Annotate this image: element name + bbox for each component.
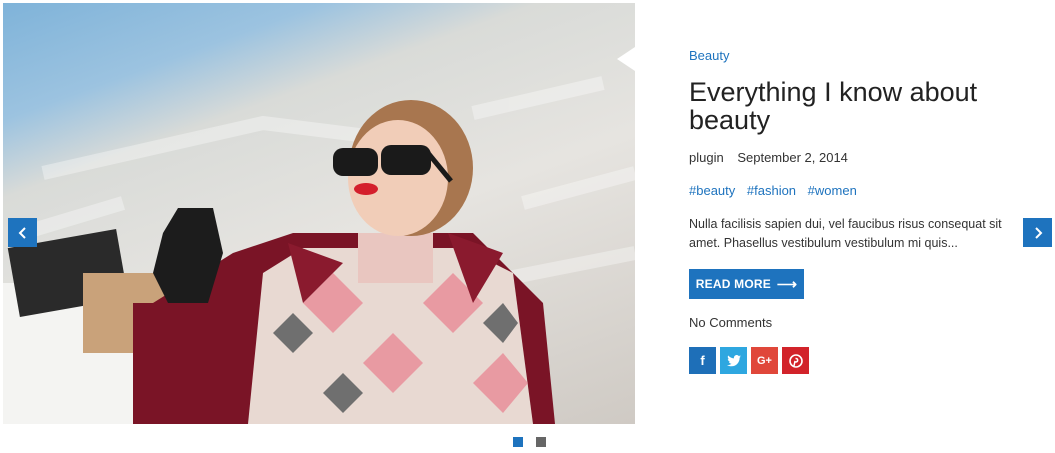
social-share: f G+ xyxy=(689,347,809,374)
post-author[interactable]: plugin xyxy=(689,150,724,165)
post-category-link[interactable]: Beauty xyxy=(689,48,729,63)
googleplus-icon[interactable]: G+ xyxy=(751,347,778,374)
read-more-label: READ MORE xyxy=(695,277,771,291)
chevron-left-icon xyxy=(18,226,26,239)
tag-link-beauty[interactable]: #beauty xyxy=(689,183,735,198)
next-slide-button[interactable] xyxy=(1023,218,1052,247)
pinterest-icon[interactable] xyxy=(782,347,809,374)
twitter-icon[interactable] xyxy=(720,347,747,374)
post-excerpt: Nulla facilisis sapien dui, vel faucibus… xyxy=(689,217,1002,250)
post-title[interactable]: Everything I know about beauty xyxy=(689,78,1009,134)
featured-image[interactable] xyxy=(3,3,635,424)
chevron-right-icon xyxy=(1034,226,1042,239)
previous-slide-button[interactable] xyxy=(8,218,37,247)
post-date: September 2, 2014 xyxy=(737,150,848,165)
tag-link-women[interactable]: #women xyxy=(808,183,857,198)
woman-shopping-photo xyxy=(3,76,635,424)
post-tags: #beauty #fashion #women xyxy=(689,183,865,198)
arrow-right-icon: ⟶ xyxy=(776,275,798,292)
comments-link[interactable]: No Comments xyxy=(689,315,772,330)
read-more-button[interactable]: READ MORE ⟶ xyxy=(689,269,804,299)
pinterest-logo-icon xyxy=(788,353,803,368)
twitter-bird-icon xyxy=(726,354,741,366)
pagination-dot[interactable] xyxy=(536,437,546,447)
slider-pagination xyxy=(513,437,546,447)
image-notch xyxy=(617,47,635,71)
post-meta: plugin September 2, 2014 xyxy=(689,150,848,165)
tag-link-fashion[interactable]: #fashion xyxy=(747,183,796,198)
post-slider: Beauty Everything I know about beauty pl… xyxy=(0,0,1055,453)
facebook-icon[interactable]: f xyxy=(689,347,716,374)
pagination-dot-active[interactable] xyxy=(513,437,523,447)
